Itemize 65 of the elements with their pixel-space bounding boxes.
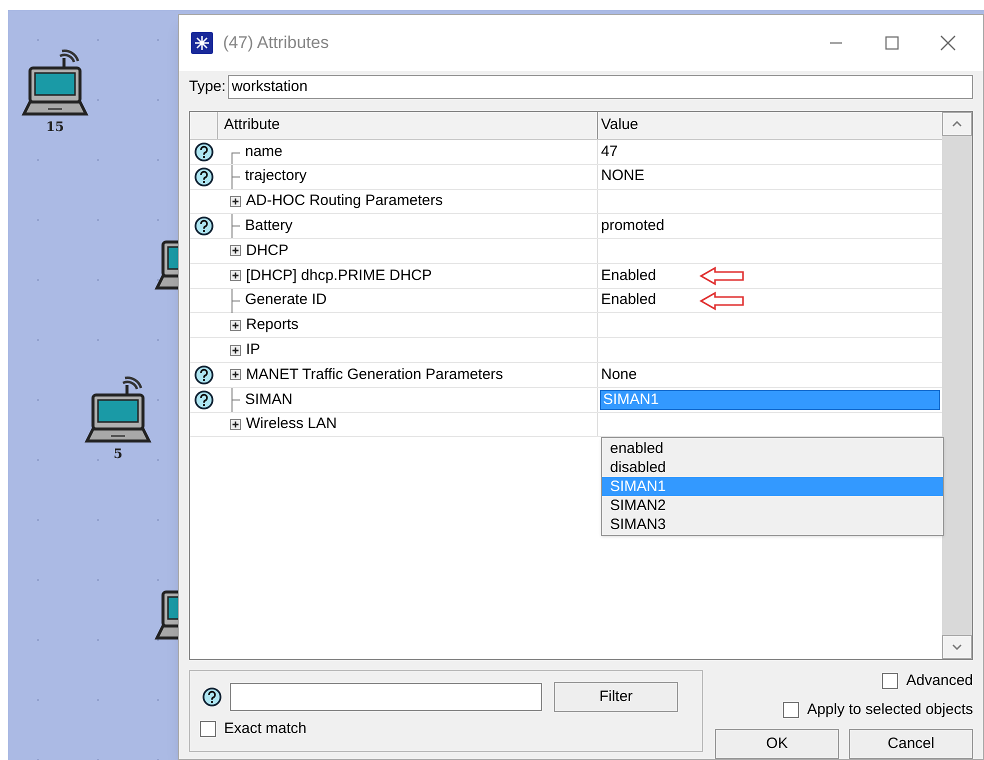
checkbox-label: Advanced [906, 671, 973, 691]
attribute-cell[interactable]: [DHCP] dhcp.PRIME DHCP [218, 264, 598, 288]
dropdown-option[interactable]: disabled [602, 458, 943, 477]
laptop-icon [20, 48, 90, 118]
checkbox-label: Exact match [224, 718, 307, 739]
expand-icon[interactable] [230, 245, 241, 256]
scroll-down-icon[interactable] [952, 644, 962, 650]
checkbox[interactable] [200, 721, 216, 737]
tree-line-icon [230, 214, 240, 238]
dropdown-option[interactable]: enabled [602, 438, 943, 458]
minimize-icon [829, 42, 843, 44]
window-title: (47) Attributes [223, 32, 329, 54]
expand-icon[interactable] [230, 196, 241, 207]
maximize-icon [885, 36, 899, 50]
attribute-cell[interactable]: IP [218, 338, 598, 362]
expand-icon[interactable] [230, 369, 241, 380]
checkbox-label: Apply to selected objects [807, 700, 973, 720]
attribute-cell[interactable]: trajectory [218, 164, 598, 188]
attribute-cell[interactable]: Battery [218, 214, 598, 238]
attribute-cell[interactable]: name [218, 140, 598, 164]
arrow-icon [699, 290, 746, 311]
help-icon[interactable] [194, 166, 214, 187]
help-icon[interactable] [202, 686, 222, 707]
dropdown-option[interactable]: SIMAN3 [602, 514, 943, 534]
checkbox[interactable] [783, 702, 800, 718]
checkbox[interactable] [882, 673, 898, 690]
value-text: promoted [600, 216, 666, 236]
attribute-cell[interactable]: Wireless LAN [218, 412, 598, 436]
help-icon[interactable] [194, 216, 214, 236]
expand-icon[interactable] [230, 270, 241, 282]
laptop-icon [83, 375, 153, 445]
filter-button[interactable]: Filter [554, 682, 678, 712]
expand-icon[interactable] [230, 320, 241, 331]
attribute-cell[interactable]: Generate ID [218, 288, 598, 312]
node-label: 15 [46, 119, 64, 137]
node-label: 5 [113, 446, 123, 464]
attribute-cell[interactable]: AD-HOC Routing Parameters [218, 190, 598, 214]
filter-field[interactable] [230, 682, 542, 711]
help-icon[interactable] [194, 364, 214, 385]
tree-line-icon [230, 388, 240, 412]
expand-icon[interactable] [230, 419, 241, 430]
attribute-cell[interactable]: DHCP [218, 239, 598, 263]
expand-icon[interactable] [230, 344, 241, 356]
value-text: 47 [600, 142, 619, 162]
scroll-up-icon[interactable] [952, 120, 962, 127]
dialog-button[interactable]: OK [715, 729, 839, 759]
dropdown-option[interactable]: SIMAN2 [602, 496, 943, 515]
attribute-cell[interactable]: MANET Traffic Generation Parameters [218, 363, 598, 387]
arrow-icon [699, 266, 746, 286]
column-header[interactable]: Value [598, 112, 942, 139]
dialog-button[interactable]: Cancel [849, 729, 973, 759]
value-text: Enabled [600, 266, 658, 286]
column-header[interactable]: Attribute [218, 112, 598, 139]
value-text: None [600, 364, 638, 385]
help-icon[interactable] [194, 142, 214, 162]
app-icon [191, 32, 213, 54]
attribute-cell[interactable]: SIMAN [218, 388, 598, 412]
type-label: Type: [189, 76, 226, 97]
close-icon [940, 34, 956, 51]
value-text: NONE [600, 166, 646, 186]
type-field[interactable]: workstation [228, 74, 973, 99]
value-text: Enabled [600, 290, 658, 310]
help-icon[interactable] [194, 390, 214, 410]
tree-line-icon [230, 288, 240, 313]
attribute-cell[interactable]: Reports [218, 313, 598, 338]
